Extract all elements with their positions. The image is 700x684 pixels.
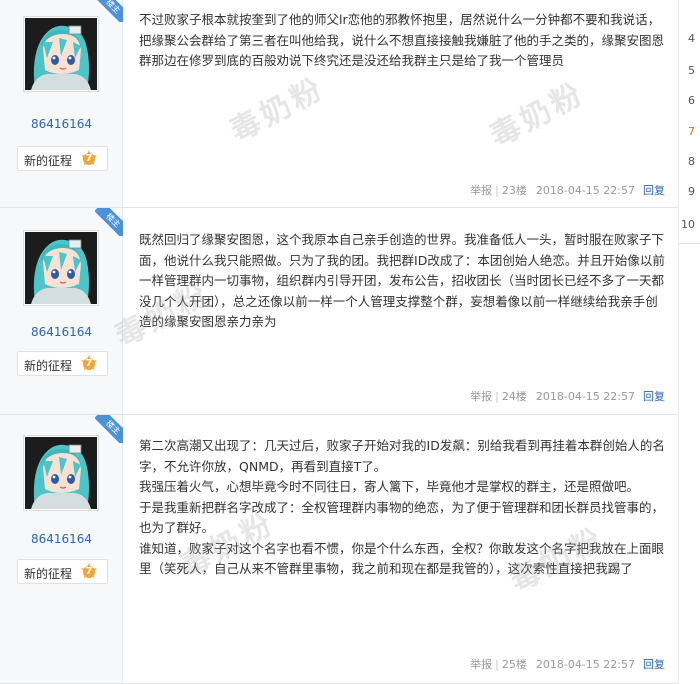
louzhu-ribbon: 楼主 [95, 415, 123, 443]
post-tail: 举报 | 23楼 2018-04-15 22:57 回复 [470, 182, 665, 198]
user-badge[interactable]: 新的征程 7 [17, 559, 108, 584]
post-time: 2018-04-15 22:57 [535, 390, 635, 403]
anime-avatar-icon [25, 437, 97, 509]
post-content: 既然回归了缘聚安图恩，这个我原本自己亲手创造的世界。我准备低人一头，暂时服在败家… [139, 230, 666, 333]
badge-name: 新的征程 [24, 359, 73, 373]
post-time: 2018-04-15 22:57 [535, 658, 635, 671]
louzhu-ribbon-label: 楼主 [95, 208, 123, 236]
user-badge[interactable]: 新的征程 7 [17, 351, 108, 376]
post-content: 第二次高潮又出现了：几天过后，败家子开始对我的ID发飙：别给我看到再挂着本群创始… [139, 436, 666, 580]
louzhu-ribbon: 楼主 [95, 0, 123, 22]
badge-name: 新的征程 [24, 154, 73, 168]
author-sidebar: 楼主 86416164 新的征程 7 [0, 0, 123, 207]
sidebar-rank-number: 4 [688, 32, 695, 45]
sidebar-rank-number: 6 [688, 94, 695, 107]
thread-main: 楼主 86416164 新的征程 7 不过败家子根本就按奎到了他的师父lr恋他的… [0, 0, 678, 684]
post-paragraph: 第二次高潮又出现了：几天过后，败家子开始对我的ID发飙：别给我看到再挂着本群创始… [139, 438, 665, 474]
tail-separator: | [495, 390, 499, 403]
floor-number: 24楼 [501, 390, 527, 403]
post-paragraph: 我强压着火气，心想毕竟今时不同往日，寄人篱下，毕竟他才是掌权的群主，还是照做吧。 [139, 479, 640, 494]
badge-level-icon: 7 [79, 149, 99, 169]
post-text: 既然回归了缘聚安图恩，这个我原本自己亲手创造的世界。我准备低人一头，暂时服在败家… [139, 232, 665, 329]
badge-level-icon: 7 [79, 562, 99, 582]
post-tail: 举报 | 25楼 2018-04-15 22:57 回复 [470, 656, 665, 672]
sidebar-rank-number: 8 [688, 155, 695, 168]
post-tail: 举报 | 24楼 2018-04-15 22:57 回复 [470, 388, 665, 404]
avatar[interactable] [23, 230, 99, 306]
badge-level-number: 7 [85, 358, 93, 369]
post-23: 楼主 86416164 新的征程 7 不过败家子根本就按奎到了他的师父lr恋他的… [0, 0, 678, 208]
sidebar-rank-number: 5 [688, 64, 695, 77]
report-link[interactable]: 举报 [470, 390, 492, 403]
post-25: 楼主 86416164 新的征程 7 第二次高潮又出现了：几天过后，败家子开始对… [0, 415, 678, 684]
post-text: 不过败家子根本就按奎到了他的师父lr恋他的邪教怀抱里，居然说什么一分钟都不要和我… [139, 12, 665, 68]
avatar[interactable] [23, 435, 99, 511]
floor-number: 23楼 [501, 184, 527, 197]
badge-name: 新的征程 [24, 567, 73, 581]
reply-link[interactable]: 回复 [643, 658, 665, 671]
report-link[interactable]: 举报 [470, 184, 492, 197]
username-link[interactable]: 86416164 [0, 532, 123, 546]
sidebar-rank-number: 10 [681, 218, 695, 231]
post-24: 楼主 86416164 新的征程 7 既然回归了缘聚安图恩，这个我原本自己亲手创… [0, 208, 678, 415]
username-link[interactable]: 86416164 [0, 117, 123, 131]
user-badge[interactable]: 新的征程 7 [17, 146, 108, 171]
sidebar-rank-number: 7 [688, 125, 695, 138]
badge-level-icon: 7 [79, 354, 99, 374]
anime-avatar-icon [25, 232, 97, 304]
post-paragraph: 谁知道，败家子对这个名字也看不惯，你是个什么东西，全权？你敢发这个名字把我放在上… [139, 540, 665, 577]
badge-level-number: 7 [85, 566, 93, 577]
author-sidebar: 楼主 86416164 新的征程 7 [0, 415, 123, 683]
sidebar-rank-number: 9 [688, 185, 695, 198]
sidebar-divider [679, 243, 700, 244]
floor-number: 25楼 [501, 658, 527, 671]
report-link[interactable]: 举报 [470, 658, 492, 671]
post-content: 不过败家子根本就按奎到了他的师父lr恋他的邪教怀抱里，居然说什么一分钟都不要和我… [139, 10, 666, 72]
louzhu-ribbon: 楼主 [95, 208, 123, 236]
post-time: 2018-04-15 22:57 [535, 184, 635, 197]
avatar[interactable] [23, 16, 99, 92]
post-paragraph: 于是我重新把群名字改成了：全权管理群内事物的绝恋，为了便于管理群和团长群员找管事… [139, 499, 665, 536]
badge-level-number: 7 [85, 153, 93, 164]
louzhu-ribbon-label: 楼主 [95, 0, 123, 22]
tail-separator: | [495, 658, 499, 671]
right-sidebar-edge: 4 5 6 7 8 9 10 [678, 0, 700, 684]
reply-link[interactable]: 回复 [643, 390, 665, 403]
reply-link[interactable]: 回复 [643, 184, 665, 197]
anime-avatar-icon [25, 18, 97, 90]
author-sidebar: 楼主 86416164 新的征程 7 [0, 208, 123, 414]
username-link[interactable]: 86416164 [0, 325, 123, 339]
louzhu-ribbon-label: 楼主 [95, 415, 123, 443]
tail-separator: | [495, 184, 499, 197]
